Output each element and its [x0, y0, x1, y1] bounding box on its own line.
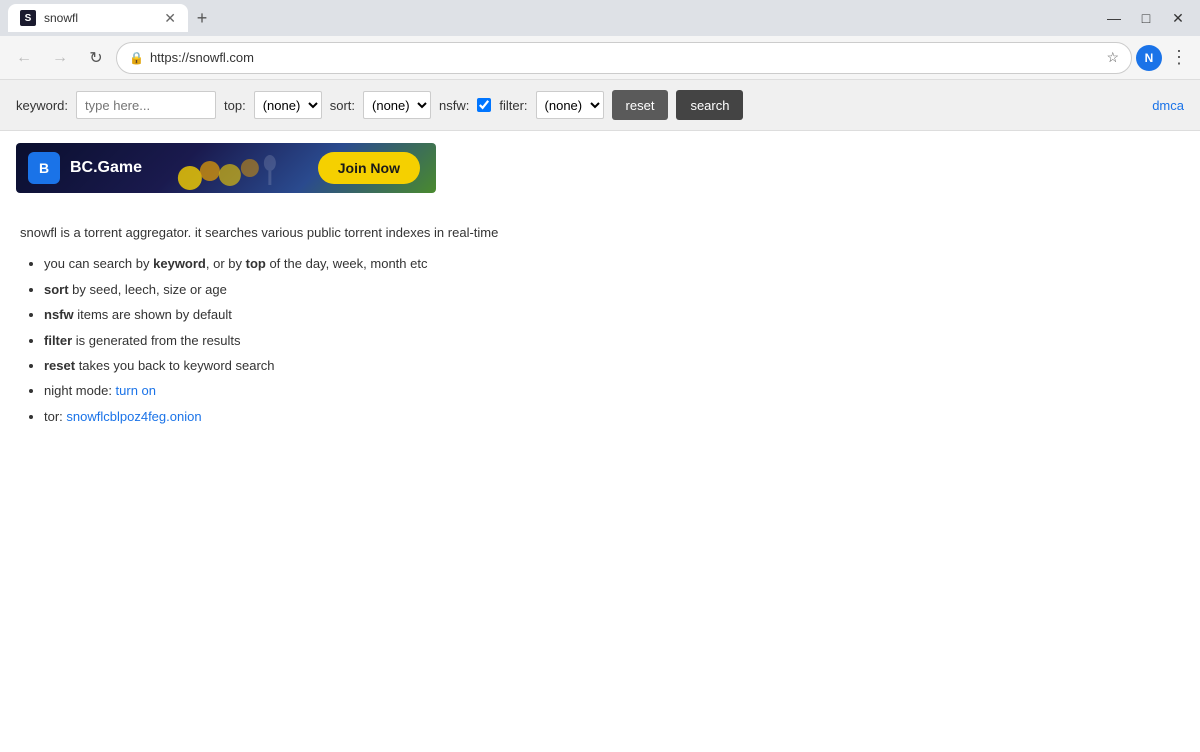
search-button[interactable]: search	[676, 90, 743, 120]
nav-bar: ← → ↻ 🔒 https://snowfl.com ☆ N ⋮	[0, 36, 1200, 80]
list-item: reset takes you back to keyword search	[44, 354, 1180, 377]
page-content: keyword: top: (none) sort: (none) nsfw: …	[0, 80, 1200, 752]
top-bold: top	[246, 256, 266, 271]
profile-avatar[interactable]: N	[1136, 45, 1162, 71]
filter-bold: filter	[44, 333, 72, 348]
maximize-button[interactable]: □	[1132, 4, 1160, 32]
window-controls: — □ ✕	[1100, 4, 1192, 32]
browser-menu-button[interactable]: ⋮	[1166, 47, 1192, 68]
bc-site-name: BC.Game	[70, 159, 142, 177]
address-bar[interactable]: 🔒 https://snowfl.com ☆	[116, 42, 1132, 74]
lock-icon: 🔒	[129, 51, 144, 65]
filter-label: filter:	[499, 98, 527, 113]
new-tab-button[interactable]: +	[188, 4, 216, 32]
tab-bar: S snowfl ✕ +	[8, 4, 1092, 32]
keyword-label: keyword:	[16, 98, 68, 113]
title-bar: S snowfl ✕ + — □ ✕	[0, 0, 1200, 36]
ad-decoration	[152, 143, 308, 193]
nsfw-bold: nsfw	[44, 307, 74, 322]
sort-bold: sort	[44, 282, 69, 297]
tab-favicon: S	[20, 10, 36, 26]
sort-label: sort:	[330, 98, 355, 113]
list-item: tor: snowflcblpoz4feg.onion	[44, 405, 1180, 428]
search-toolbar: keyword: top: (none) sort: (none) nsfw: …	[0, 80, 1200, 131]
list-item: night mode: turn on	[44, 379, 1180, 402]
list-item: you can search by keyword, or by top of …	[44, 252, 1180, 275]
active-tab[interactable]: S snowfl ✕	[8, 4, 188, 32]
sort-select[interactable]: (none)	[363, 91, 431, 119]
reset-button[interactable]: reset	[612, 90, 669, 120]
url-text: https://snowfl.com	[150, 50, 1100, 65]
night-mode-link[interactable]: turn on	[116, 383, 156, 398]
reload-button[interactable]: ↻	[80, 42, 112, 74]
keyword-input[interactable]	[76, 91, 216, 119]
close-button[interactable]: ✕	[1164, 4, 1192, 32]
nsfw-checkbox[interactable]	[477, 98, 491, 112]
tor-link[interactable]: snowflcblpoz4feg.onion	[66, 409, 201, 424]
filter-select[interactable]: (none)	[536, 91, 604, 119]
tab-close-button[interactable]: ✕	[164, 11, 176, 25]
bc-logo: B	[28, 152, 60, 184]
minimize-button[interactable]: —	[1100, 4, 1128, 32]
bookmark-icon[interactable]: ☆	[1106, 49, 1119, 66]
dmca-link[interactable]: dmca	[1152, 98, 1184, 113]
ad-banner[interactable]: B BC.Game Join Now	[16, 143, 436, 193]
reset-bold: reset	[44, 358, 75, 373]
nsfw-label: nsfw:	[439, 98, 469, 113]
browser-window: S snowfl ✕ + — □ ✕ ← → ↻ 🔒 https://snowf…	[0, 0, 1200, 752]
feature-list: you can search by keyword, or by top of …	[20, 252, 1180, 428]
list-item: filter is generated from the results	[44, 329, 1180, 352]
main-description: snowfl is a torrent aggregator. it searc…	[0, 205, 1200, 446]
top-select[interactable]: (none)	[254, 91, 322, 119]
keyword-bold: keyword	[153, 256, 206, 271]
top-label: top:	[224, 98, 246, 113]
list-item: nsfw items are shown by default	[44, 303, 1180, 326]
join-now-button[interactable]: Join Now	[318, 152, 420, 184]
list-item: sort by seed, leech, size or age	[44, 278, 1180, 301]
tab-title: snowfl	[44, 11, 78, 25]
intro-text: snowfl is a torrent aggregator. it searc…	[20, 221, 1180, 244]
back-button[interactable]: ←	[8, 42, 40, 74]
forward-button[interactable]: →	[44, 42, 76, 74]
